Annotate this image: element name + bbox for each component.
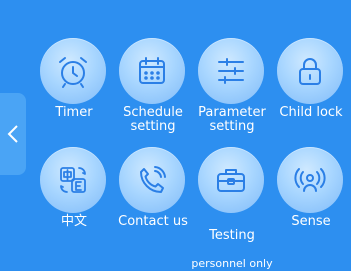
language-button[interactable]: 中文 (35, 147, 113, 247)
schedule-setting-button[interactable]: Schedule setting (114, 38, 192, 138)
alarm-clock-icon (59, 57, 87, 88)
calendar-icon (139, 57, 165, 84)
sensor-person-icon (294, 168, 326, 192)
contact-us-label: Contact us (118, 214, 188, 229)
contact-us-button[interactable]: Contact us (114, 147, 192, 247)
sense-button[interactable]: Sense (272, 147, 350, 247)
settings-menu-screen: Timer Schedule setting Parameter setting (0, 0, 351, 270)
phone-icon (140, 166, 166, 193)
testing-label-line1: Testing (209, 228, 255, 243)
schedule-setting-label: Schedule setting (123, 105, 183, 134)
child-lock-label: Child lock (279, 105, 343, 120)
child-lock-button[interactable]: Child lock (272, 38, 350, 138)
timer-button[interactable]: Timer (35, 38, 113, 138)
toolbox-icon (217, 169, 245, 192)
timer-label: Timer (55, 105, 93, 120)
sliders-icon (218, 58, 244, 84)
chevron-left-icon (7, 125, 18, 143)
back-tab[interactable] (0, 93, 26, 175)
language-icon (60, 167, 86, 193)
testing-personnel-label: Testing personnel only (187, 215, 277, 271)
language-label: 中文 (60, 214, 87, 229)
lock-icon (299, 58, 321, 85)
parameter-setting-button[interactable]: Parameter setting (193, 38, 271, 138)
testing-personnel-button[interactable]: Testing personnel only (191, 147, 273, 270)
sense-label: Sense (291, 214, 331, 229)
parameter-setting-label: Parameter setting (198, 105, 266, 134)
